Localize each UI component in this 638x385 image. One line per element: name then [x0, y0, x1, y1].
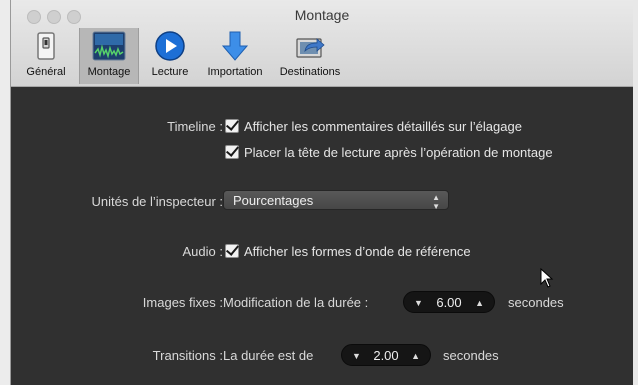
still-duration-prefix: Modification de la durée : [223, 295, 369, 310]
checkbox-label: Afficher les formes d’onde de référence [244, 244, 471, 259]
tab-general[interactable]: Général [17, 28, 75, 84]
increment-icon[interactable]: ▲ [475, 292, 484, 314]
checkbox[interactable] [225, 119, 239, 133]
tab-label-lecture: Lecture [151, 66, 189, 78]
tab-importation[interactable]: Importation [203, 28, 267, 84]
inspector-units-label: Unités de l’inspecteur : [91, 194, 223, 209]
still-images-label: Images fixes : [142, 295, 223, 310]
checkbox[interactable] [225, 145, 239, 159]
tab-label-general: Général [26, 66, 66, 78]
detailed-trim-feedback-option[interactable]: Afficher les commentaires détaillés sur … [225, 119, 522, 134]
tab-montage[interactable]: Montage [79, 28, 139, 84]
audio-label: Audio : [182, 244, 223, 259]
select-arrows-icon: ▲ ▼ [432, 193, 440, 211]
preferences-window: Montage Général Montage Lecture Importat… [10, 0, 633, 385]
checkbox-label: Placer la tête de lecture après l’opérat… [244, 145, 553, 160]
tab-label-montage: Montage [87, 66, 131, 78]
timeline-label: Timeline : [167, 119, 223, 134]
share-icon [296, 38, 325, 58]
tab-lecture[interactable]: Lecture [141, 28, 199, 84]
settings-panel: Timeline : Afficher les commentaires dét… [11, 87, 633, 385]
tab-label-destinations: Destinations [279, 66, 341, 78]
checkbox[interactable] [225, 244, 239, 258]
transition-duration-stepper[interactable]: ▼ 2.00 ▲ [341, 344, 431, 366]
window-title: Montage [294, 7, 350, 23]
mouse-pointer-icon [540, 268, 554, 288]
switch-icon [37, 32, 55, 60]
transition-duration-unit: secondes [443, 348, 499, 363]
inspector-units-select[interactable]: Pourcentages ▲ ▼ [223, 190, 449, 211]
transitions-label: Transitions : [152, 348, 223, 363]
increment-icon[interactable]: ▲ [411, 345, 420, 367]
tab-label-importation: Importation [207, 66, 263, 78]
tab-destinations[interactable]: Destinations [271, 28, 349, 84]
transition-duration-prefix: La durée est de [223, 348, 314, 363]
still-duration-unit: secondes [508, 295, 564, 310]
desktop-edge [0, 0, 10, 385]
select-value: Pourcentages [233, 193, 314, 208]
playhead-after-edit-option[interactable]: Placer la tête de lecture après l’opérat… [225, 145, 553, 160]
toolbar: Montage Général Montage Lecture Importat… [11, 0, 633, 87]
checkbox-label: Afficher les commentaires détaillés sur … [244, 119, 522, 134]
down-arrow-icon [221, 31, 249, 61]
waveform-icon [92, 31, 126, 61]
still-duration-stepper[interactable]: ▼ 6.00 ▲ [403, 291, 495, 313]
reference-waveforms-option[interactable]: Afficher les formes d’onde de référence [225, 244, 471, 259]
play-icon [155, 31, 185, 61]
